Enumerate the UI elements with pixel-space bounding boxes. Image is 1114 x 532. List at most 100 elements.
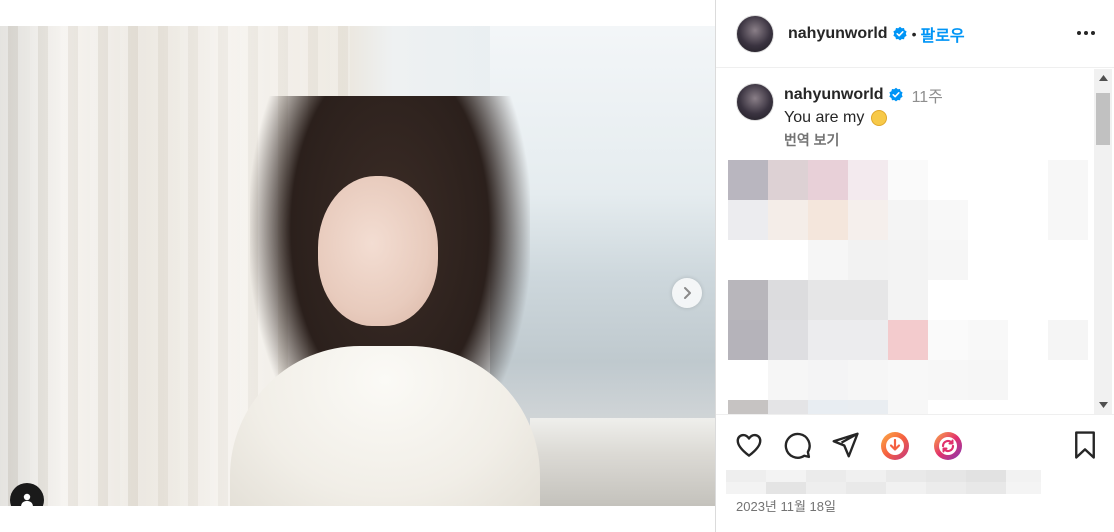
- blurred-comments: [728, 160, 1088, 414]
- blur-cell: [808, 280, 848, 320]
- author-avatar[interactable]: [736, 14, 774, 53]
- comments-scrollbar[interactable]: [1094, 69, 1112, 414]
- post-side-panel: nahyunworld • 팔로우 nahyunworld 11주 You ar…: [715, 0, 1114, 532]
- blur-cell: [846, 470, 886, 482]
- follow-button[interactable]: 팔로우: [920, 22, 964, 46]
- post-media[interactable]: [0, 26, 715, 506]
- blur-cell: [1048, 400, 1088, 414]
- author-username[interactable]: nahyunworld: [788, 25, 888, 43]
- caption-body: nahyunworld 11주 You are my 번역 보기: [784, 83, 943, 150]
- blur-cell: [1048, 240, 1088, 280]
- translate-button[interactable]: 번역 보기: [784, 130, 943, 150]
- blur-cell: [966, 470, 1006, 482]
- caption-username[interactable]: nahyunworld: [784, 86, 884, 104]
- sun-emoji-icon: [871, 110, 888, 126]
- blur-cell: [888, 360, 928, 400]
- blur-cell: [808, 240, 848, 280]
- caption-time-ago[interactable]: 11주: [912, 83, 943, 107]
- blur-cell: [928, 160, 968, 200]
- blur-cell: [728, 400, 768, 414]
- comment-icon: [784, 432, 811, 459]
- blur-cell: [808, 200, 848, 240]
- blur-cell: [1008, 160, 1048, 200]
- more-options-button[interactable]: [1075, 22, 1097, 49]
- blur-cell: [926, 470, 966, 482]
- blur-cell: [928, 200, 968, 240]
- blur-cell: [886, 470, 926, 482]
- window-sill: [530, 418, 715, 506]
- blur-cell: [768, 160, 808, 200]
- blur-cell: [888, 240, 928, 280]
- blur-cell: [848, 400, 888, 414]
- scroll-down-button[interactable]: [1094, 396, 1112, 414]
- blur-cell: [968, 240, 1008, 280]
- blur-cell: [928, 400, 968, 414]
- scroll-down-arrow-icon: [1098, 402, 1108, 408]
- blur-cell: [848, 160, 888, 200]
- blur-cell: [1048, 160, 1088, 200]
- blur-cell: [968, 160, 1008, 200]
- blur-cell: [888, 320, 928, 360]
- blur-cell: [806, 470, 846, 482]
- blur-cell: [928, 240, 968, 280]
- blur-cell: [968, 400, 1008, 414]
- blur-cell: [1048, 280, 1088, 320]
- share-button[interactable]: [830, 430, 860, 465]
- verified-badge-icon: [892, 26, 908, 42]
- blur-cell: [968, 200, 1008, 240]
- download-extension-button[interactable]: [879, 430, 911, 467]
- post-header: nahyunworld • 팔로우: [716, 0, 1114, 68]
- blur-cell: [808, 400, 848, 414]
- caption-text: You are my: [784, 109, 865, 126]
- blur-cell: [1008, 280, 1048, 320]
- blur-cell: [968, 320, 1008, 360]
- sync-extension-button[interactable]: [932, 430, 964, 467]
- chevron-right-icon: [684, 287, 691, 299]
- caption: nahyunworld 11주 You are my 번역 보기: [736, 83, 943, 150]
- photo-subject-face: [318, 176, 438, 326]
- save-button[interactable]: [1071, 430, 1099, 465]
- blur-cell: [726, 470, 766, 482]
- blur-cell: [768, 320, 808, 360]
- blur-cell: [726, 482, 766, 494]
- blur-cell: [968, 280, 1008, 320]
- blur-cell: [1006, 470, 1041, 482]
- blurred-likes: [726, 470, 1041, 494]
- scroll-up-arrow-icon: [1098, 75, 1108, 81]
- blur-cell: [848, 240, 888, 280]
- sync-extension-icon: [934, 432, 962, 460]
- blur-cell: [728, 240, 768, 280]
- blur-cell: [888, 160, 928, 200]
- next-slide-button[interactable]: [672, 278, 702, 308]
- blur-cell: [808, 320, 848, 360]
- blur-cell: [768, 400, 808, 414]
- blur-cell: [808, 160, 848, 200]
- action-bar: [716, 414, 1114, 476]
- blur-cell: [728, 200, 768, 240]
- blur-cell: [1048, 360, 1088, 400]
- blur-cell: [888, 400, 928, 414]
- blur-cell: [848, 280, 888, 320]
- heart-icon: [736, 433, 762, 457]
- user-tag-icon: [21, 493, 33, 506]
- blur-cell: [928, 360, 968, 400]
- comment-button[interactable]: [782, 430, 812, 465]
- blur-cell: [928, 280, 968, 320]
- scroll-up-button[interactable]: [1094, 69, 1112, 87]
- blur-cell: [1008, 200, 1048, 240]
- blur-cell: [766, 470, 806, 482]
- blur-cell: [888, 280, 928, 320]
- like-button[interactable]: [734, 430, 764, 465]
- blur-cell: [926, 482, 966, 494]
- blur-cell: [728, 360, 768, 400]
- blur-cell: [728, 320, 768, 360]
- blur-cell: [888, 200, 928, 240]
- blur-cell: [966, 482, 1006, 494]
- post-date[interactable]: 2023년 11월 18일: [736, 496, 836, 515]
- blur-cell: [1008, 400, 1048, 414]
- caption-avatar[interactable]: [736, 83, 774, 121]
- scroll-thumb[interactable]: [1096, 93, 1110, 145]
- curtain-left: [0, 26, 150, 506]
- blur-cell: [768, 240, 808, 280]
- blur-cell: [846, 482, 886, 494]
